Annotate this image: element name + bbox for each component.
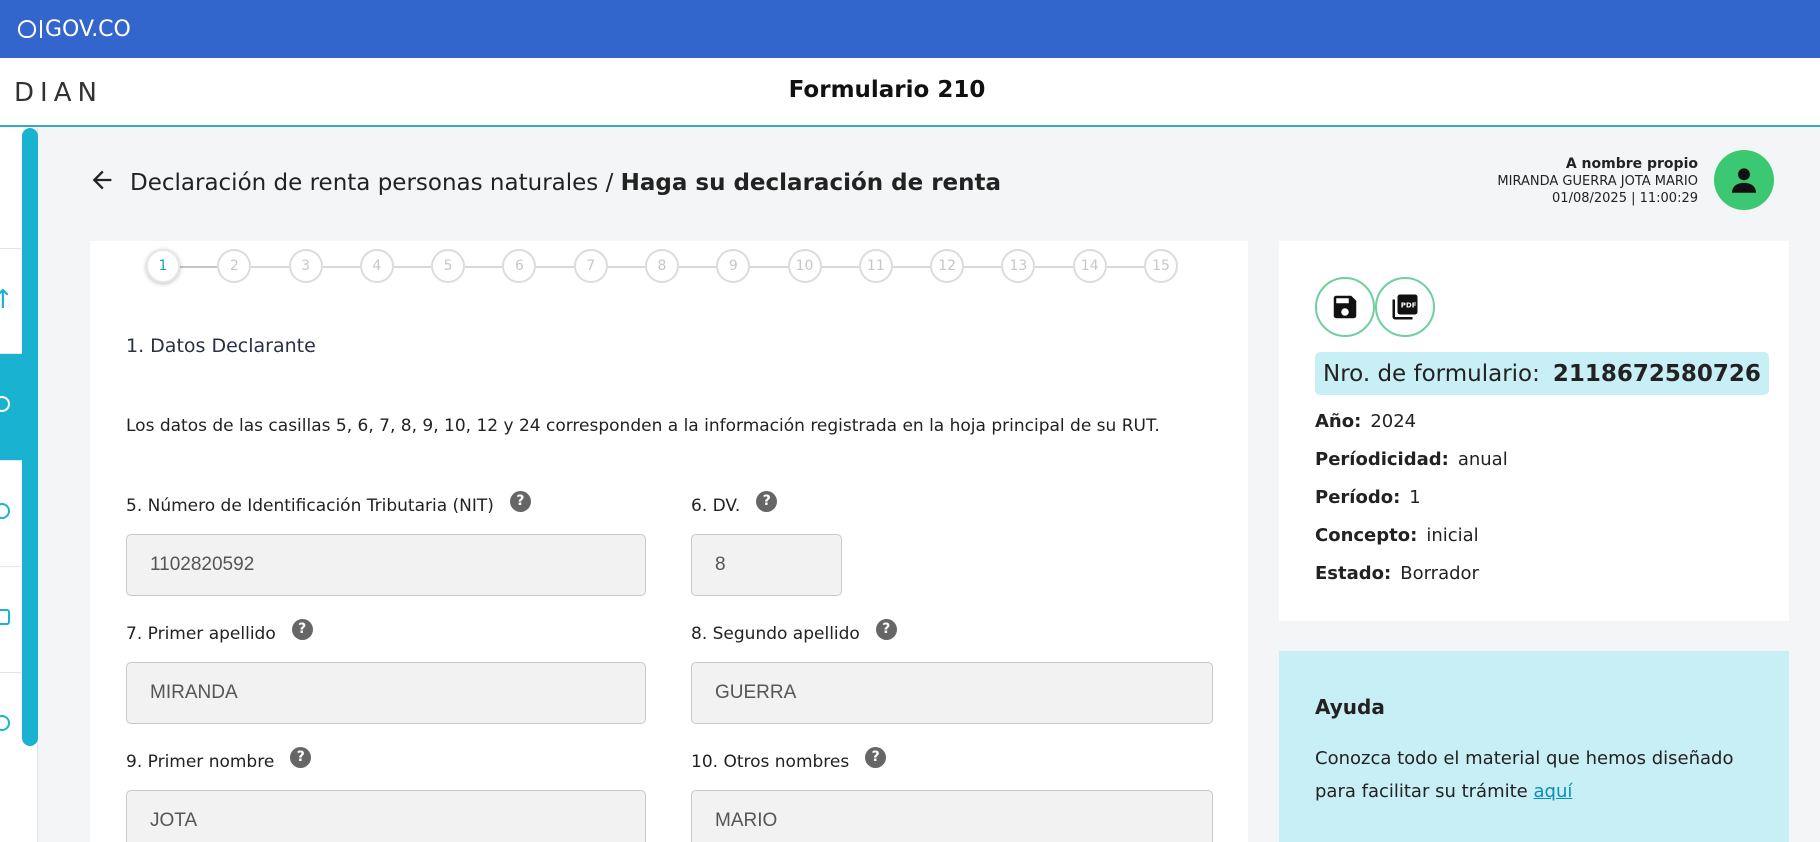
sidebar-item-upload[interactable]: ↑ [0,248,22,356]
step-7[interactable]: 7 [573,249,608,283]
concepto-row: Concepto: inicial [1315,525,1479,546]
help-icon[interactable]: ? [875,619,897,640]
step-15[interactable]: 15 [1144,249,1178,283]
primer-nombre-field[interactable]: JOTA [126,790,646,842]
step-9[interactable]: 9 [716,249,751,283]
help-link[interactable]: aquí [1533,781,1572,802]
stepper-connector [393,266,432,268]
periodicidad-row: Períodicidad: anual [1315,449,1508,470]
nit-label: 5. Número de Identificación Tributaria (… [126,491,531,516]
stepper-connector [679,266,717,268]
stepper-connector [180,266,218,268]
primer-apellido-field[interactable]: MIRANDA [126,662,646,724]
stepper-connector [892,266,931,268]
breadcrumb-separator: / [598,170,621,196]
step-13[interactable]: 13 [1001,249,1036,283]
nit-field[interactable]: 1102820592 [126,534,646,596]
step-3[interactable]: 3 [288,249,323,283]
segundo-apellido-field[interactable]: GUERRA [691,662,1213,724]
person-icon [1731,168,1757,193]
breadcrumb-parent[interactable]: Declaración de renta personas naturales [130,170,598,196]
stepper-connector [1106,266,1144,268]
clipboard-icon [0,609,10,625]
segundo-apellido-label: 8. Segundo apellido? [691,619,897,644]
gov-co-logo[interactable]: GOV.CO [18,17,131,42]
stepper-connector [465,266,503,268]
step-6[interactable]: 6 [502,249,537,283]
help-icon[interactable]: ? [290,747,312,768]
gov-bar: GOV.CO [0,0,1820,58]
dv-label: 6. DV.? [691,491,778,516]
avatar[interactable] [1714,150,1774,210]
periodo-row: Período: 1 [1315,487,1421,508]
form-number-value: 2118672580726 [1552,360,1761,387]
step-14[interactable]: 14 [1072,249,1107,283]
stepper: 1 2 3 4 5 6 7 8 9 10 11 12 13 14 15 [146,249,1178,283]
estado-row: Estado: Borrador [1315,563,1479,584]
breadcrumb-current: Haga su declaración de renta [620,170,1002,196]
step-2[interactable]: 2 [217,249,252,283]
circle-icon [0,503,10,519]
dv-field[interactable]: 8 [691,534,842,596]
form-number-label: Nro. de formulario: [1323,360,1540,387]
primer-apellido-label: 7. Primer apellido? [126,619,313,644]
svg-text:PDF: PDF [1401,301,1417,309]
user-name: MIRANDA GUERRA JOTA MARIO [1497,174,1698,189]
help-icon[interactable]: ? [291,619,313,640]
step-1[interactable]: 1 [146,249,180,283]
section-title: 1. Datos Declarante [126,335,316,357]
arrow-up-icon: ↑ [0,285,14,315]
stepper-connector [251,266,289,268]
help-card: Ayuda Conozca todo el material que hemos… [1279,651,1789,842]
primer-nombre-label: 9. Primer nombre? [126,747,312,772]
pdf-icon: PDF [1392,294,1418,320]
sidebar-item-5[interactable] [0,672,22,780]
logo-divider [40,20,42,38]
breadcrumb: Declaración de renta personas naturales … [88,166,1001,200]
stepper-connector [322,266,360,268]
save-icon [1333,295,1357,319]
circle-icon [0,715,10,731]
step-11[interactable]: 11 [858,249,893,283]
help-icon[interactable]: ? [509,491,531,512]
coat-of-arms-icon [18,20,36,38]
step-8[interactable]: 8 [645,249,679,283]
section-intro: Los datos de las casillas 5, 6, 7, 8, 9,… [126,416,1160,436]
stepper-connector [607,266,645,268]
sidebar-item-4[interactable] [0,566,22,674]
help-title: Ayuda [1315,695,1385,719]
help-icon[interactable]: ? [865,747,887,768]
stepper-connector [821,266,859,268]
stepper-connector [1035,266,1073,268]
step-4[interactable]: 4 [359,249,394,283]
help-text: Conozca todo el material que hemos diseñ… [1315,748,1734,802]
step-12[interactable]: 12 [930,249,965,283]
gov-co-text: GOV.CO [45,16,131,42]
stepper-connector [964,266,1002,268]
help-icon[interactable]: ? [756,491,778,512]
circle-icon [0,396,10,412]
summary-card: PDF Nro. de formulario: 2118672580726 Añ… [1279,241,1789,621]
step-10[interactable]: 10 [787,249,822,283]
pdf-button[interactable]: PDF [1375,277,1435,337]
anio-row: Año: 2024 [1315,411,1417,432]
step-5[interactable]: 5 [431,249,466,283]
form-card: 1 2 3 4 5 6 7 8 9 10 11 12 13 14 15 1. Datos Declarant… [90,241,1248,842]
save-button[interactable] [1315,277,1375,337]
form-number-badge: Nro. de formulario: 2118672580726 [1315,352,1769,395]
otros-nombres-label: 10. Otros nombres? [691,747,887,772]
stepper-connector [536,266,574,268]
session-datetime: 01/08/2025 | 11:00:29 [1552,191,1698,206]
app-header: DIAN Formulario 210 [0,58,1820,127]
stepper-connector [750,266,788,268]
sidebar-item-active[interactable] [0,353,22,461]
user-info: A nombre propio MIRANDA GUERRA JOTA MARI… [1497,156,1698,207]
user-role: A nombre propio [1565,156,1698,172]
sidebar-scrollbar[interactable] [22,128,38,746]
sidebar-item-3[interactable] [0,460,22,568]
page-title: Formulario 210 [788,77,986,103]
back-arrow-icon[interactable] [88,166,116,200]
otros-nombres-field[interactable]: MARIO [691,790,1213,842]
